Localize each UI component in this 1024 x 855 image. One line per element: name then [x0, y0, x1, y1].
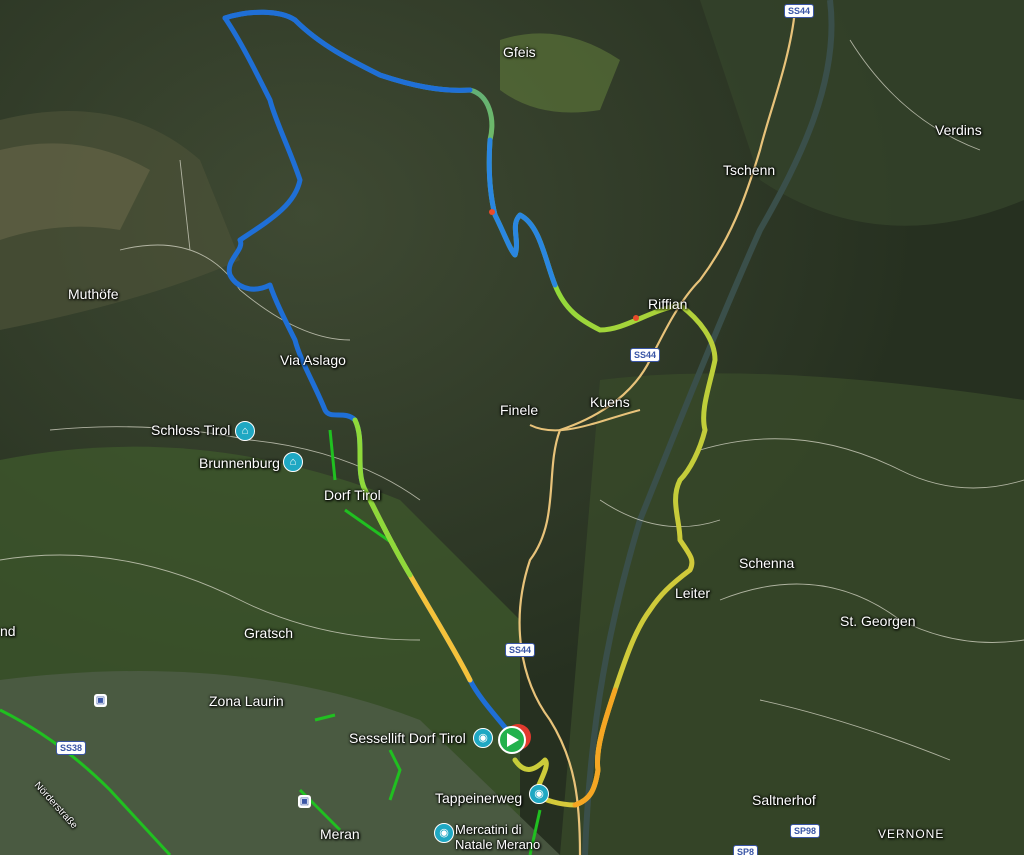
- label-schloss-tirol: Schloss Tirol: [151, 422, 231, 438]
- train-station-icon[interactable]: ▣: [94, 694, 107, 707]
- label-verdins: Verdins: [935, 122, 982, 138]
- label-brunnenburg: Brunnenburg: [199, 455, 280, 471]
- label-sessellift: Sessellift Dorf Tirol: [349, 730, 466, 746]
- shield-ss44-top: SS44: [784, 4, 815, 18]
- label-gratsch: Gratsch: [244, 625, 294, 641]
- label-mercatini-2: Natale Merano: [455, 837, 541, 852]
- camera-icon[interactable]: ◉: [473, 728, 493, 748]
- museum-icon[interactable]: ⌂: [235, 421, 255, 441]
- shield-sp8: SP8: [733, 845, 759, 855]
- label-meran: Meran: [320, 826, 360, 842]
- label-gfeis: Gfeis: [503, 44, 536, 60]
- label-finele: Finele: [500, 402, 539, 418]
- satellite-map[interactable]: Gfeis Verdins Tschenn Muthöfe Riffian Vi…: [0, 0, 1024, 855]
- label-muthofe: Muthöfe: [68, 286, 119, 302]
- schenna-slope: [560, 373, 1024, 855]
- shield-ss44-low: SS44: [505, 643, 536, 657]
- label-vernone: VERNONE: [878, 827, 945, 841]
- label-mercatini-1: Mercatini di: [455, 822, 522, 837]
- speed-peak-1: [489, 209, 495, 215]
- label-riffian: Riffian: [648, 296, 688, 312]
- label-dorf-tirol: Dorf Tirol: [324, 487, 381, 503]
- shield-sp98: SP98: [790, 824, 821, 838]
- label-via-aslago: Via Aslago: [280, 352, 346, 368]
- shield-ss44-mid: SS44: [630, 348, 661, 362]
- label-zona-laurin: Zona Laurin: [209, 693, 284, 709]
- train-station-icon[interactable]: ▣: [298, 795, 311, 808]
- camera-icon[interactable]: ◉: [529, 784, 549, 804]
- label-st-georgen: St. Georgen: [840, 613, 916, 629]
- label-edge-nd: nd: [0, 623, 16, 639]
- speed-peak-2: [633, 315, 639, 321]
- label-saltnerhof: Saltnerhof: [752, 792, 816, 808]
- camera-icon[interactable]: ◉: [434, 823, 454, 843]
- label-schenna: Schenna: [739, 555, 795, 571]
- label-kuens: Kuens: [590, 394, 630, 410]
- label-tschenn: Tschenn: [723, 162, 776, 178]
- museum-icon[interactable]: ⌂: [283, 452, 303, 472]
- label-tappeinerweg: Tappeinerweg: [435, 790, 523, 806]
- shield-ss38: SS38: [56, 741, 87, 755]
- label-leiter: Leiter: [675, 585, 711, 601]
